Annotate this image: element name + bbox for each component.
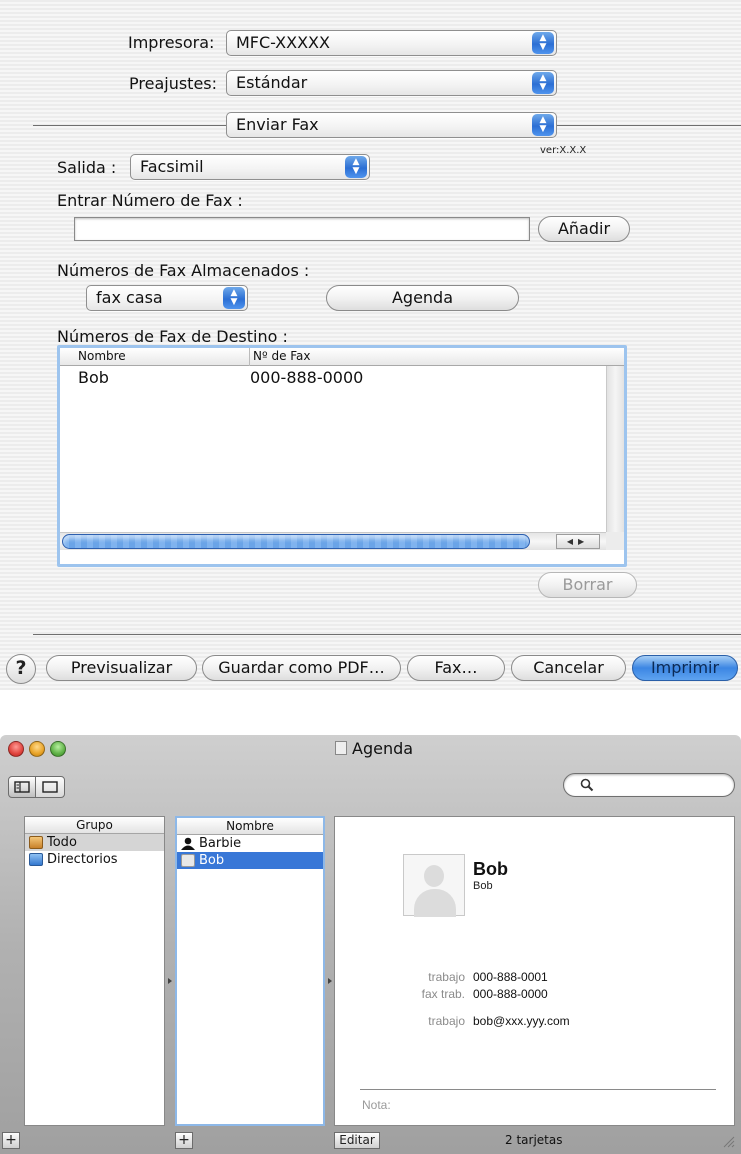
- print-button[interactable]: Imprimir: [632, 655, 738, 681]
- name-list[interactable]: Nombre Barbie Bob: [175, 816, 325, 1126]
- name-item-label: Barbie: [199, 836, 242, 851]
- output-popup[interactable]: Facsimil ▲ ▼: [130, 154, 370, 180]
- name-item-label: Bob: [199, 853, 225, 868]
- note-label[interactable]: Nota:: [362, 1098, 391, 1112]
- print-dialog: Impresora: MFC-XXXXX ▲ ▼ Preajustes: Está…: [0, 0, 741, 690]
- table-header: Nombre Nº de Fax: [60, 348, 624, 366]
- updown-arrows-icon: ▲ ▼: [532, 32, 554, 54]
- output-value: Facsimil: [140, 157, 204, 176]
- column-name[interactable]: Nombre: [78, 348, 126, 365]
- note-divider: [360, 1089, 716, 1090]
- group-item-todo[interactable]: Todo: [25, 834, 164, 851]
- fax-number-label: Entrar Número de Fax :: [57, 191, 243, 210]
- photo-placeholder-body: [414, 889, 456, 917]
- help-button[interactable]: ?: [6, 654, 36, 684]
- document-icon: [335, 741, 347, 755]
- destination-label: Números de Fax de Destino :: [57, 327, 288, 346]
- group-list[interactable]: Grupo Todo Directorios: [24, 816, 165, 1126]
- card-count: 2 tarjetas: [505, 1133, 563, 1147]
- contact-company: Bob: [473, 880, 493, 892]
- edit-button[interactable]: Editar: [334, 1132, 380, 1149]
- name-item-bob[interactable]: Bob: [177, 852, 323, 869]
- group-item-directorios[interactable]: Directorios: [25, 851, 164, 868]
- zoom-icon[interactable]: [50, 741, 66, 757]
- add-group-button[interactable]: +: [2, 1132, 20, 1149]
- group-item-label: Directorios: [47, 852, 118, 867]
- presets-value: Estándar: [236, 73, 308, 92]
- person-icon: [181, 837, 195, 850]
- scroll-thumb[interactable]: [62, 534, 530, 549]
- horizontal-scrollbar[interactable]: ◀▶: [60, 532, 624, 550]
- stored-numbers-label: Números de Fax Almacenados :: [57, 261, 310, 280]
- separator-bottom: [33, 634, 741, 635]
- separator-right: [557, 125, 741, 126]
- photo-placeholder-head: [424, 865, 444, 887]
- row-name: Bob: [78, 368, 109, 387]
- cancel-button[interactable]: Cancelar: [511, 655, 626, 681]
- version-text: ver:X.X.X: [540, 145, 587, 156]
- stored-numbers-value: fax casa: [96, 288, 163, 307]
- name-item-barbie[interactable]: Barbie: [177, 835, 323, 852]
- group-item-label: Todo: [47, 835, 77, 850]
- panel-popup[interactable]: Enviar Fax ▲ ▼: [226, 112, 557, 138]
- output-label: Salida :: [57, 158, 117, 177]
- search-icon: [580, 778, 594, 792]
- scroll-corner: [606, 532, 624, 550]
- card-view-button[interactable]: [35, 776, 65, 798]
- vertical-scrollbar[interactable]: [606, 366, 624, 532]
- field-value-work-fax[interactable]: 000-888-0000: [473, 987, 548, 1001]
- scroll-arrows-icon[interactable]: ◀▶: [556, 534, 600, 549]
- panel-value: Enviar Fax: [236, 115, 319, 134]
- columns-view-button[interactable]: [8, 776, 36, 798]
- destination-table[interactable]: Nombre Nº de Fax Bob 000-888-0000 ◀▶: [57, 345, 627, 567]
- presets-popup[interactable]: Estándar ▲ ▼: [226, 70, 557, 96]
- window-title-text: Agenda: [352, 739, 414, 758]
- row-fax: 000-888-0000: [250, 368, 364, 387]
- preview-button[interactable]: Previsualizar: [46, 655, 197, 681]
- splitter-handle-icon[interactable]: [168, 969, 172, 984]
- search-input[interactable]: [563, 773, 735, 797]
- add-contact-button[interactable]: +: [175, 1132, 193, 1149]
- agenda-button[interactable]: Agenda: [326, 285, 519, 311]
- field-label: fax trab.: [421, 987, 465, 1001]
- close-icon[interactable]: [8, 741, 24, 757]
- presets-label: Preajustes:: [129, 74, 218, 93]
- address-book-icon: [29, 836, 43, 849]
- fax-button[interactable]: Fax…: [407, 655, 505, 681]
- updown-arrows-icon: ▲ ▼: [223, 287, 245, 309]
- name-header: Nombre: [177, 818, 323, 835]
- add-button[interactable]: Añadir: [538, 216, 630, 242]
- splitter-handle-icon[interactable]: [328, 969, 332, 984]
- card-view-icon: [42, 781, 58, 793]
- field-label: trabajo: [428, 970, 465, 984]
- contact-photo[interactable]: [403, 854, 465, 917]
- resize-grip-icon[interactable]: [721, 1134, 735, 1148]
- separator-left: [33, 125, 226, 126]
- columns-view-icon: [14, 781, 30, 793]
- group-header: Grupo: [25, 817, 164, 834]
- window-title: Agenda: [335, 739, 413, 758]
- minimize-icon[interactable]: [29, 741, 45, 757]
- column-fax[interactable]: Nº de Fax: [249, 348, 311, 366]
- updown-arrows-icon: ▲ ▼: [532, 114, 554, 136]
- updown-arrows-icon: ▲ ▼: [345, 156, 367, 178]
- field-label: trabajo: [428, 1014, 465, 1028]
- contact-name: Bob: [473, 859, 508, 879]
- save-pdf-button[interactable]: Guardar como PDF…: [202, 655, 401, 681]
- printer-label: Impresora:: [128, 33, 215, 52]
- agenda-window: Agenda Grupo Todo Directorios Nombre Bar…: [0, 735, 741, 1154]
- printer-value: MFC-XXXXX: [236, 33, 330, 52]
- directory-icon: [29, 853, 43, 866]
- contact-card-icon: [181, 854, 195, 867]
- delete-button[interactable]: Borrar: [538, 572, 637, 598]
- field-value-work-email[interactable]: bob@xxx.yyy.com: [473, 1014, 570, 1028]
- updown-arrows-icon: ▲ ▼: [532, 72, 554, 94]
- contact-card: Bob Bob trabajo 000-888-0001 fax trab. 0…: [334, 816, 735, 1126]
- fax-number-input[interactable]: [74, 217, 530, 241]
- printer-popup[interactable]: MFC-XXXXX ▲ ▼: [226, 30, 557, 56]
- field-value-work-phone[interactable]: 000-888-0001: [473, 970, 548, 984]
- stored-numbers-popup[interactable]: fax casa ▲ ▼: [86, 285, 248, 311]
